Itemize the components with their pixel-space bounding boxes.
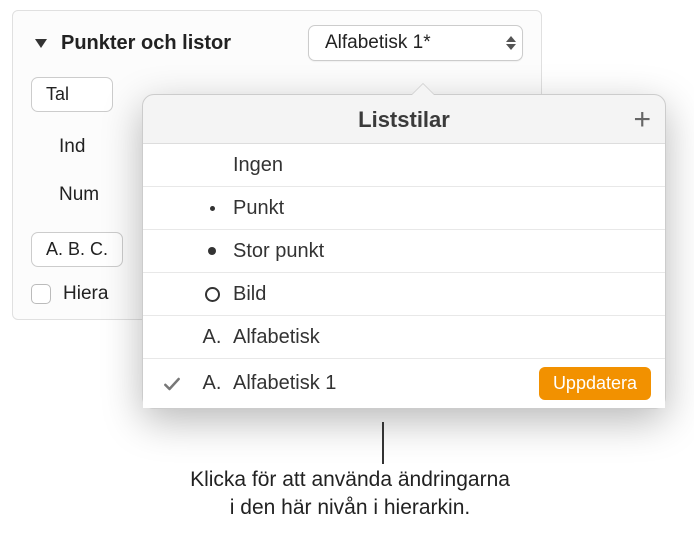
- list-item-label: Alfabetisk: [233, 326, 320, 349]
- hiera-checkbox[interactable]: [31, 284, 51, 304]
- caption-line2: i den här nivån i hierarkin.: [230, 496, 470, 519]
- callout-line: [382, 422, 384, 464]
- add-style-button[interactable]: +: [633, 105, 651, 135]
- list-item-punkt[interactable]: Punkt: [143, 187, 665, 230]
- list-style-dropdown[interactable]: Alfabetisk 1*: [308, 25, 523, 61]
- tal-field[interactable]: Tal: [31, 77, 113, 112]
- bullet-large-icon: [191, 247, 233, 255]
- style-list: Ingen Punkt Stor punkt Bild A. Alfabetis…: [143, 144, 665, 408]
- list-item-stor-punkt[interactable]: Stor punkt: [143, 230, 665, 273]
- hiera-label: Hiera: [63, 283, 108, 305]
- num-label: Num: [31, 184, 99, 206]
- list-item-label: Alfabetisk 1: [233, 372, 336, 395]
- list-styles-popover: Liststilar + Ingen Punkt Stor punkt Bild…: [142, 94, 666, 409]
- letter-marker-icon: A.: [191, 326, 233, 349]
- list-item-bild[interactable]: Bild: [143, 273, 665, 316]
- dropdown-value: Alfabetisk 1*: [325, 32, 431, 54]
- popover-header: Liststilar +: [143, 95, 665, 144]
- list-item-label: Ingen: [233, 154, 283, 177]
- list-item-label: Stor punkt: [233, 240, 324, 263]
- letter-marker-icon: A.: [191, 372, 233, 395]
- image-ring-icon: [191, 287, 233, 302]
- section-title: Punkter och listor: [61, 32, 231, 55]
- list-item-label: Punkt: [233, 197, 284, 220]
- caption-line1: Klicka för att använda ändringarna: [190, 468, 510, 491]
- update-button[interactable]: Uppdatera: [539, 367, 651, 400]
- checkmark-icon: [153, 374, 191, 394]
- list-item-alfabetisk[interactable]: A. Alfabetisk: [143, 316, 665, 359]
- popover-title: Liststilar: [358, 107, 450, 133]
- disclosure-triangle-icon[interactable]: [35, 39, 47, 48]
- section-header: Punkter och listor Alfabetisk 1*: [13, 11, 541, 71]
- list-item-alfabetisk-1[interactable]: A. Alfabetisk 1 Uppdatera: [143, 359, 665, 408]
- chevron-updown-icon: [506, 36, 516, 50]
- list-item-label: Bild: [233, 283, 266, 306]
- caption-text: Klicka för att använda ändringarna i den…: [80, 466, 620, 523]
- abc-field[interactable]: A. B. C.: [31, 232, 123, 267]
- list-item-ingen[interactable]: Ingen: [143, 144, 665, 187]
- bullet-small-icon: [191, 206, 233, 211]
- indent-label: Ind: [31, 136, 85, 158]
